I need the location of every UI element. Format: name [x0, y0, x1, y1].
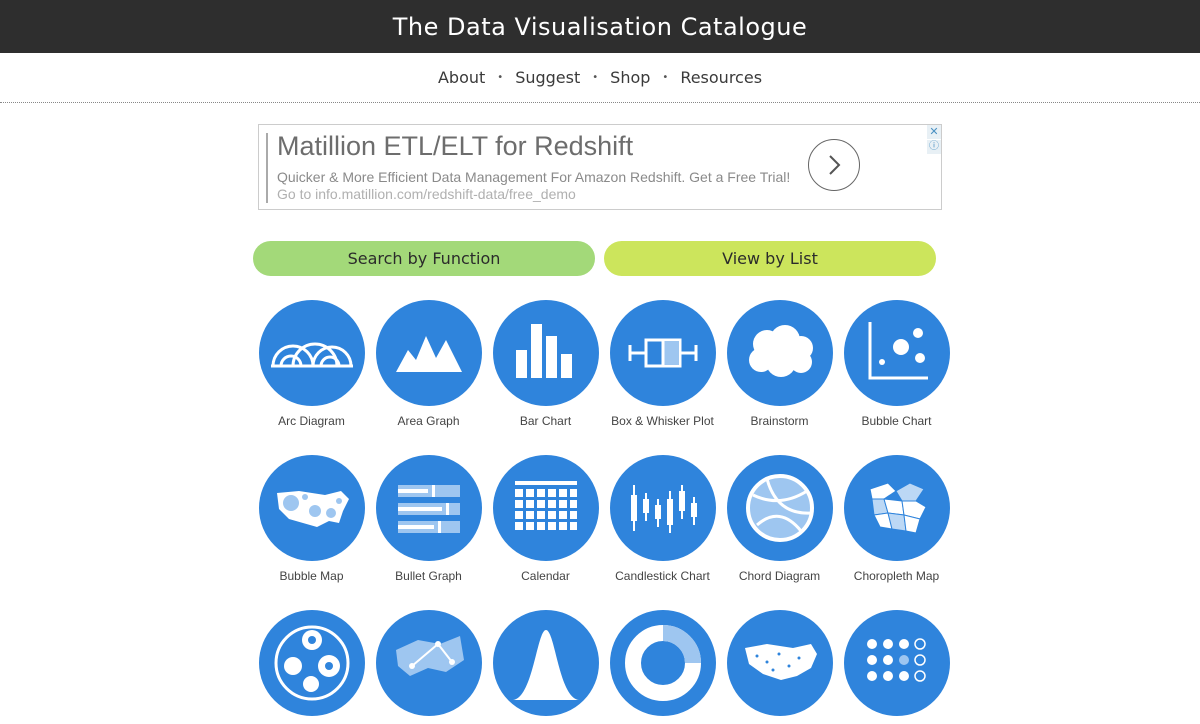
nav-about[interactable]: About — [438, 68, 485, 87]
density-plot-icon — [492, 610, 599, 716]
nav-divider — [0, 102, 1200, 103]
item-label: Bullet Graph — [395, 569, 462, 583]
ad-description: Quicker & More Efficient Data Management… — [277, 169, 797, 203]
bubble-chart-icon — [843, 300, 950, 406]
item-label: Bubble Map — [279, 569, 344, 583]
circle-packing-icon — [258, 610, 365, 716]
catalogue-item-donut-chart[interactable] — [604, 610, 721, 724]
catalogue-item-connection-map[interactable] — [370, 610, 487, 724]
nav-separator: • — [662, 71, 669, 83]
item-label: Bubble Chart — [861, 414, 932, 428]
catalogue-item-choropleth-map[interactable]: Choropleth Map — [838, 455, 955, 583]
ad-accent-bar — [266, 133, 268, 203]
calendar-icon — [492, 455, 599, 561]
catalogue-item-density-plot[interactable] — [487, 610, 604, 724]
chord-diagram-icon — [726, 455, 833, 561]
nav-shop[interactable]: Shop — [610, 68, 650, 87]
ad-next-button[interactable] — [808, 139, 860, 191]
item-label: Brainstorm — [750, 414, 809, 428]
catalogue-item-dot-map[interactable] — [721, 610, 838, 724]
catalogue-item-arc-diagram[interactable]: Arc Diagram — [253, 300, 370, 428]
nav-separator: • — [497, 71, 504, 83]
catalogue-item-bullet-graph[interactable]: Bullet Graph — [370, 455, 487, 583]
item-label: Candlestick Chart — [615, 569, 710, 583]
nav-resources[interactable]: Resources — [680, 68, 762, 87]
catalogue-item-area-graph[interactable]: Area Graph — [370, 300, 487, 428]
ad-banner[interactable]: Matillion ETL/ELT for Redshift Quicker &… — [258, 124, 942, 210]
catalogue-item-bar-chart[interactable]: Bar Chart — [487, 300, 604, 428]
dot-map-icon — [726, 610, 833, 716]
candlestick-icon — [609, 455, 716, 561]
item-label: Calendar — [521, 569, 570, 583]
nav-suggest[interactable]: Suggest — [515, 68, 580, 87]
catalogue-item-box-whisker[interactable]: Box & Whisker Plot — [604, 300, 721, 428]
search-by-function-button[interactable]: Search by Function — [253, 241, 595, 276]
catalogue-item-brainstorm[interactable]: Brainstorm — [721, 300, 838, 428]
catalogue-item-bubble-chart[interactable]: Bubble Chart — [838, 300, 955, 428]
item-label: Box & Whisker Plot — [611, 414, 714, 428]
catalogue-item-candlestick[interactable]: Candlestick Chart — [604, 455, 721, 583]
close-icon[interactable]: ✕ — [927, 125, 941, 139]
item-label: Bar Chart — [519, 414, 572, 428]
bullet-graph-icon — [375, 455, 482, 561]
catalogue-item-circle-packing[interactable] — [253, 610, 370, 724]
nav-separator: • — [592, 71, 599, 83]
dot-matrix-icon — [843, 610, 950, 716]
chevron-right-icon — [829, 155, 841, 175]
catalogue-item-calendar[interactable]: Calendar — [487, 455, 604, 583]
donut-chart-icon — [609, 610, 716, 716]
catalogue-item-chord-diagram[interactable]: Chord Diagram — [721, 455, 838, 583]
arc-diagram-icon — [258, 300, 365, 406]
item-label: Area Graph — [397, 414, 460, 428]
ad-description-text: Quicker & More Efficient Data Management… — [277, 169, 791, 185]
info-icon[interactable]: ⓘ — [927, 140, 941, 154]
ad-url[interactable]: Go to info.matillion.com/redshift-data/f… — [277, 186, 576, 202]
catalogue-item-dot-matrix[interactable] — [838, 610, 955, 724]
box-whisker-icon — [609, 300, 716, 406]
view-by-list-button[interactable]: View by List — [604, 241, 936, 276]
brainstorm-icon — [726, 300, 833, 406]
site-title[interactable]: The Data Visualisation Catalogue — [393, 13, 807, 41]
main-nav: About • Suggest • Shop • Resources — [0, 53, 1200, 101]
area-graph-icon — [375, 300, 482, 406]
bar-chart-icon — [492, 300, 599, 406]
catalogue-item-bubble-map[interactable]: Bubble Map — [253, 455, 370, 583]
choropleth-map-icon — [843, 455, 950, 561]
item-label: Choropleth Map — [853, 569, 940, 583]
bubble-map-icon — [258, 455, 365, 561]
item-label: Chord Diagram — [738, 569, 821, 583]
ad-headline[interactable]: Matillion ETL/ELT for Redshift — [277, 131, 633, 162]
connection-map-icon — [375, 610, 482, 716]
item-label: Arc Diagram — [278, 414, 345, 428]
site-header: The Data Visualisation Catalogue — [0, 0, 1200, 53]
